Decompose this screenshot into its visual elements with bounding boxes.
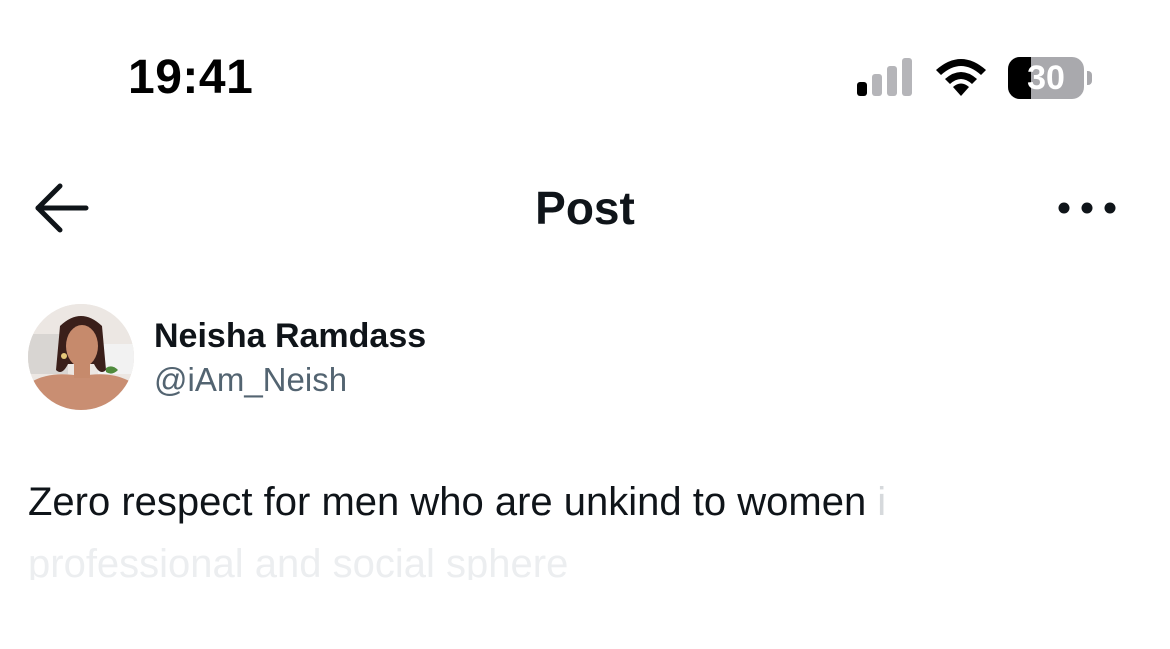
post-text-faded: i [877, 480, 887, 524]
avatar[interactable] [28, 304, 134, 410]
more-button[interactable] [1052, 190, 1122, 226]
battery-icon: 30 [1008, 57, 1092, 99]
battery-level: 30 [1027, 59, 1065, 97]
post-screen: 19:41 30 Post Neisha Ramdass @iAm_Neish … [0, 0, 1170, 649]
cellular-signal-icon [857, 58, 912, 96]
page-title: Post [535, 182, 635, 234]
post-text: Zero respect for men who are unkind to w… [28, 478, 1138, 526]
author-handle[interactable]: @iAm_Neish [154, 360, 347, 400]
avatar-photo [28, 304, 134, 410]
author-name[interactable]: Neisha Ramdass [154, 316, 426, 356]
post-text-visible: Zero respect for men who are unkind to w… [28, 480, 878, 524]
status-time: 19:41 [128, 51, 254, 104]
more-horizontal-icon [1058, 202, 1116, 214]
post-text-line2: professional and social sphere [28, 542, 569, 580]
wifi-icon [936, 59, 986, 96]
